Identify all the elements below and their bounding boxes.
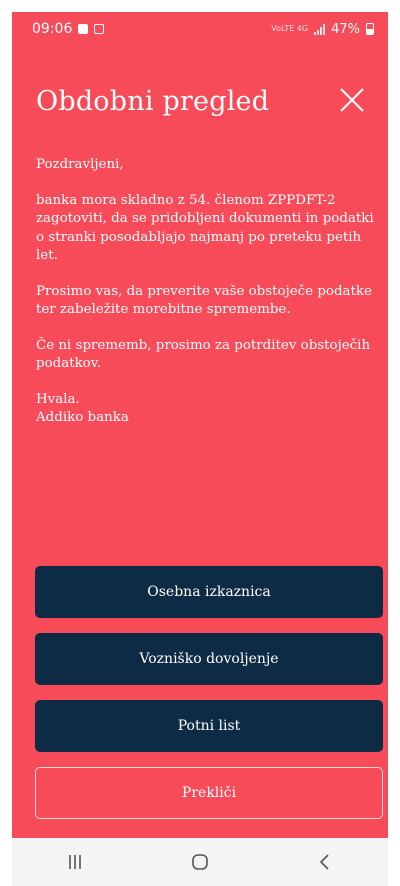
home-icon <box>192 854 208 870</box>
battery-icon <box>366 23 374 35</box>
battery-percent: 47% <box>331 21 360 37</box>
status-time: 09:06 <box>32 21 73 37</box>
gallery-notification-icon <box>78 24 89 34</box>
signal-icon <box>314 23 326 35</box>
recent-apps-icon <box>68 855 81 869</box>
bank-signature-text: Addiko banka <box>36 410 129 425</box>
close-icon <box>340 88 364 112</box>
dialog-title: Obdobni pregled <box>36 86 270 117</box>
system-nav-bar <box>12 838 388 886</box>
status-bar: 09:06 VoLTE 4G 47% <box>12 12 388 46</box>
legal-notice-text: banka mora skladno z 54. členom ZPPDFT-2… <box>36 192 374 264</box>
cancel-button[interactable]: Prekliči <box>35 767 383 819</box>
back-icon <box>320 854 329 870</box>
greeting-text: Pozdravljeni, <box>36 157 124 172</box>
id-card-button[interactable]: Osebna izkaznica <box>35 566 383 618</box>
confirmation-text: Če ni sprememb, prosimo za potrditev obs… <box>36 337 371 372</box>
app-notification-icon <box>94 24 105 34</box>
thanks-text: Hvala. <box>36 391 80 407</box>
request-text: Prosimo vas, da preverite vaše obstoječe… <box>36 283 372 318</box>
app-screen: 09:06 VoLTE 4G 47% Obdobni pregled Pozdr… <box>12 12 388 886</box>
passport-button[interactable]: Potni list <box>35 700 383 752</box>
driving-licence-button[interactable]: Vozniško dovoljenje <box>35 633 383 685</box>
home-button[interactable] <box>170 842 230 882</box>
network-type-label: VoLTE 4G <box>271 24 309 33</box>
recent-apps-button[interactable] <box>45 842 105 882</box>
dialog-message: Pozdravljeni, banka mora skladno z 54. č… <box>36 156 376 428</box>
back-button[interactable] <box>295 842 355 882</box>
close-button[interactable] <box>336 84 368 116</box>
